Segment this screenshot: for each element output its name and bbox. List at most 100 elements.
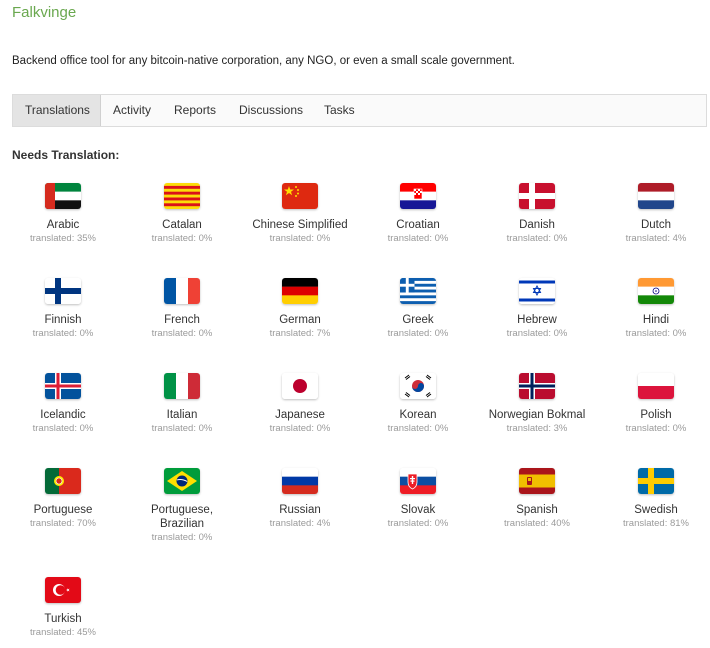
language-name: Catalan [162,219,202,231]
language-tile[interactable]: Portuguese, Brazilian translated: 0% [123,468,241,543]
finland-flag-icon [45,278,81,304]
translation-progress-text: translated: 81% [622,518,689,529]
language-name: Portuguese, Brazilian [151,504,214,530]
translation-progress-text: translated: 0% [387,328,449,339]
language-tile[interactable]: Danish translated: 0% [478,183,596,244]
arabic-flag-icon [45,183,81,209]
translation-progress-text: translated: 0% [387,423,449,434]
tab-discussions[interactable]: Discussions [227,95,315,126]
india-flag-icon [638,278,674,304]
language-tile[interactable]: Slovak translated: 0% [359,468,477,529]
tab-tasks[interactable]: Tasks [312,95,367,126]
language-name: Icelandic [40,409,86,421]
language-name: Italian [166,409,198,421]
language-name: German [279,314,321,326]
language-name: Norwegian Bokmal [488,409,586,421]
translation-progress-text: translated: 70% [29,518,96,529]
language-tile[interactable]: Turkish translated: 45% [4,577,122,638]
language-tile[interactable]: Hindi translated: 0% [597,278,710,339]
translation-progress-text: translated: 0% [151,423,213,434]
translation-progress-text: translated: 40% [503,518,570,529]
language-name: Finnish [44,314,82,326]
translation-progress-text: translated: 0% [32,328,94,339]
language-name: Portuguese [33,504,93,516]
language-name: French [164,314,200,326]
language-name: Turkish [44,613,82,625]
translation-progress-text: translated: 7% [269,328,331,339]
language-tile[interactable]: Polish translated: 0% [597,373,710,434]
language-tile[interactable]: German translated: 7% [241,278,359,339]
translation-progress-text: translated: 0% [387,518,449,529]
language-tile[interactable]: Greek translated: 0% [359,278,477,339]
spain-flag-icon [519,468,555,494]
language-name: Dutch [640,219,672,231]
translation-progress-text: translated: 0% [269,423,331,434]
japan-flag-icon [282,373,318,399]
language-name: Spanish [516,504,558,516]
language-tile[interactable]: Icelandic translated: 0% [4,373,122,434]
language-tile[interactable]: Finnish translated: 0% [4,278,122,339]
language-tile[interactable]: Hebrew translated: 0% [478,278,596,339]
korea-flag-icon [400,373,436,399]
translation-progress-text: translated: 0% [506,328,568,339]
language-name: Hebrew [517,314,557,326]
language-tile[interactable]: Spanish translated: 40% [478,468,596,529]
language-name: Greek [402,314,434,326]
translation-progress-text: translated: 35% [29,233,96,244]
norway-flag-icon [519,373,555,399]
language-name: Croatian [396,219,440,231]
language-tile[interactable]: Italian translated: 0% [123,373,241,434]
language-tile[interactable]: Portuguese translated: 70% [4,468,122,529]
language-name: Swedish [634,504,678,516]
slovakia-flag-icon [400,468,436,494]
israel-flag-icon [519,278,555,304]
tab-activity[interactable]: Activity [101,95,163,126]
language-name: Russian [279,504,321,516]
catalan-flag-icon [164,183,200,209]
tab-translations[interactable]: Translations [13,95,101,126]
translation-progress-text: translated: 0% [625,328,687,339]
language-tile[interactable]: Korean translated: 0% [359,373,477,434]
language-name: Korean [399,409,437,421]
language-tile[interactable]: French translated: 0% [123,278,241,339]
language-tile[interactable]: Arabic translated: 35% [4,183,122,244]
china-flag-icon [282,183,318,209]
greece-flag-icon [400,278,436,304]
language-tile[interactable]: Russian translated: 4% [241,468,359,529]
language-name: Chinese Simplified [252,219,348,231]
translation-progress-text: translated: 4% [269,518,331,529]
france-flag-icon [164,278,200,304]
poland-flag-icon [638,373,674,399]
app-subtitle: Backend office tool for any bitcoin-nati… [12,55,515,67]
translation-progress-text: translated: 45% [29,627,96,638]
translation-progress-text: translated: 0% [151,532,213,543]
language-tile[interactable]: Swedish translated: 81% [597,468,710,529]
language-tile[interactable]: Catalan translated: 0% [123,183,241,244]
iceland-flag-icon [45,373,81,399]
section-heading: Needs Translation: [12,148,120,162]
translation-progress-text: translated: 0% [151,233,213,244]
croatia-flag-icon [400,183,436,209]
germany-flag-icon [282,278,318,304]
tab-reports[interactable]: Reports [162,95,228,126]
language-tile[interactable]: Croatian translated: 0% [359,183,477,244]
turkey-flag-icon [45,577,81,603]
translation-progress-text: translated: 3% [506,423,568,434]
language-tile[interactable]: Chinese Simplified translated: 0% [241,183,359,244]
translation-progress-text: translated: 0% [506,233,568,244]
language-tile[interactable]: Japanese translated: 0% [241,373,359,434]
tab-bar: Translations Activity Reports Discussion… [12,94,707,127]
denmark-flag-icon [519,183,555,209]
language-name: Polish [640,409,672,421]
translation-progress-text: translated: 0% [269,233,331,244]
app-title: Falkvinge [12,4,77,21]
brazil-flag-icon [164,468,200,494]
russia-flag-icon [282,468,318,494]
language-name: Slovak [400,504,436,516]
language-name: Japanese [275,409,325,421]
language-tile[interactable]: Norwegian Bokmal translated: 3% [478,373,596,434]
italy-flag-icon [164,373,200,399]
language-name: Arabic [46,219,80,231]
language-tile[interactable]: Dutch translated: 4% [597,183,710,244]
translation-progress-text: translated: 0% [32,423,94,434]
